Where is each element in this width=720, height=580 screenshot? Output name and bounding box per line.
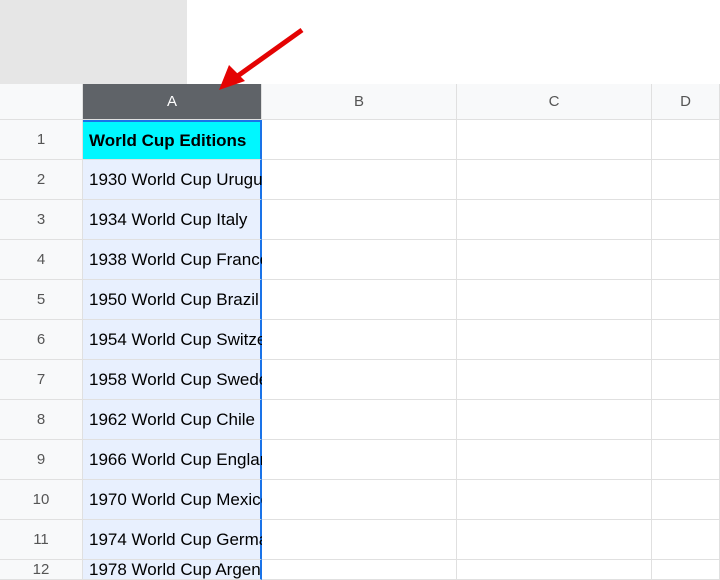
cell-a8-text: 1962 World Cup Chile <box>89 410 255 430</box>
cell-c5[interactable] <box>457 280 652 320</box>
cell-a1[interactable]: World Cup Editions <box>83 120 262 160</box>
select-all-corner[interactable] <box>0 84 83 120</box>
cell-c7[interactable] <box>457 360 652 400</box>
row-header-7[interactable]: 7 <box>0 360 83 400</box>
cell-b5[interactable] <box>262 280 457 320</box>
cell-a12-text: 1978 World Cup Argentina <box>89 560 262 580</box>
cell-a6[interactable]: 1954 World Cup Switzerland <box>83 320 262 360</box>
cell-c1[interactable] <box>457 120 652 160</box>
cell-a5[interactable]: 1950 World Cup Brazil <box>83 280 262 320</box>
cell-a10[interactable]: 1970 World Cup Mexico <box>83 480 262 520</box>
row-header-4[interactable]: 4 <box>0 240 83 280</box>
cell-d7[interactable] <box>652 360 720 400</box>
cell-b4[interactable] <box>262 240 457 280</box>
row-8: 8 1962 World Cup Chile <box>0 400 720 440</box>
row-header-6[interactable]: 6 <box>0 320 83 360</box>
cell-d5[interactable] <box>652 280 720 320</box>
cell-b3[interactable] <box>262 200 457 240</box>
row-header-9[interactable]: 9 <box>0 440 83 480</box>
cell-a8[interactable]: 1962 World Cup Chile <box>83 400 262 440</box>
row-header-12[interactable]: 12 <box>0 560 83 580</box>
cell-a2-text: 1930 World Cup Uruguay <box>89 170 281 190</box>
cell-a9-text: 1966 World Cup England <box>89 450 279 470</box>
row-header-3[interactable]: 3 <box>0 200 83 240</box>
cell-d9[interactable] <box>652 440 720 480</box>
top-left-placeholder <box>0 0 187 84</box>
column-headers-row: A B C D <box>0 84 720 120</box>
cell-a3-text: 1934 World Cup Italy <box>89 210 247 230</box>
cell-a12[interactable]: 1978 World Cup Argentina <box>83 560 262 580</box>
row-1: 1 World Cup Editions <box>0 120 720 160</box>
cell-a4-text: 1938 World Cup France <box>89 250 269 270</box>
cell-d2[interactable] <box>652 160 720 200</box>
cell-a11[interactable]: 1974 World Cup Germany <box>83 520 262 560</box>
cell-c3[interactable] <box>457 200 652 240</box>
cell-c9[interactable] <box>457 440 652 480</box>
cell-b6[interactable] <box>262 320 457 360</box>
row-7: 7 1958 World Cup Sweden <box>0 360 720 400</box>
cell-b2[interactable] <box>262 160 457 200</box>
row-header-11[interactable]: 11 <box>0 520 83 560</box>
row-5: 5 1950 World Cup Brazil <box>0 280 720 320</box>
row-6: 6 1954 World Cup Switzerland <box>0 320 720 360</box>
cell-c10[interactable] <box>457 480 652 520</box>
cell-c12[interactable] <box>457 560 652 580</box>
column-header-c[interactable]: C <box>457 84 652 120</box>
row-header-1[interactable]: 1 <box>0 120 83 160</box>
cell-a5-text: 1950 World Cup Brazil <box>89 290 259 310</box>
cell-b11[interactable] <box>262 520 457 560</box>
cell-d12[interactable] <box>652 560 720 580</box>
cell-a3[interactable]: 1934 World Cup Italy <box>83 200 262 240</box>
row-header-5[interactable]: 5 <box>0 280 83 320</box>
column-header-d[interactable]: D <box>652 84 720 120</box>
cell-a1-text: World Cup Editions <box>89 131 246 151</box>
cell-a7-text: 1958 World Cup Sweden <box>89 370 278 390</box>
cell-b12[interactable] <box>262 560 457 580</box>
row-12: 12 1978 World Cup Argentina <box>0 560 720 580</box>
cell-d11[interactable] <box>652 520 720 560</box>
row-11: 11 1974 World Cup Germany <box>0 520 720 560</box>
cell-c4[interactable] <box>457 240 652 280</box>
cell-d6[interactable] <box>652 320 720 360</box>
cell-b1[interactable] <box>262 120 457 160</box>
cell-a11-text: 1974 World Cup Germany <box>89 530 286 550</box>
row-header-10[interactable]: 10 <box>0 480 83 520</box>
annotation-arrow <box>217 25 317 100</box>
cell-d1[interactable] <box>652 120 720 160</box>
top-toolbar-area <box>0 0 720 84</box>
row-header-8[interactable]: 8 <box>0 400 83 440</box>
cell-b8[interactable] <box>262 400 457 440</box>
cell-c8[interactable] <box>457 400 652 440</box>
cell-a4[interactable]: 1938 World Cup France <box>83 240 262 280</box>
cell-a10-text: 1970 World Cup Mexico <box>89 490 270 510</box>
cell-d4[interactable] <box>652 240 720 280</box>
cell-c11[interactable] <box>457 520 652 560</box>
cell-a7[interactable]: 1958 World Cup Sweden <box>83 360 262 400</box>
row-4: 4 1938 World Cup France <box>0 240 720 280</box>
row-10: 10 1970 World Cup Mexico <box>0 480 720 520</box>
cell-a9[interactable]: 1966 World Cup England <box>83 440 262 480</box>
row-9: 9 1966 World Cup England <box>0 440 720 480</box>
spreadsheet-grid[interactable]: A B C D 1 World Cup Editions 2 1930 Worl… <box>0 84 720 580</box>
cell-b7[interactable] <box>262 360 457 400</box>
cell-c6[interactable] <box>457 320 652 360</box>
cell-c2[interactable] <box>457 160 652 200</box>
cell-d10[interactable] <box>652 480 720 520</box>
cell-d8[interactable] <box>652 400 720 440</box>
row-3: 3 1934 World Cup Italy <box>0 200 720 240</box>
cell-b9[interactable] <box>262 440 457 480</box>
cell-b10[interactable] <box>262 480 457 520</box>
row-header-2[interactable]: 2 <box>0 160 83 200</box>
row-2: 2 1930 World Cup Uruguay <box>0 160 720 200</box>
cell-d3[interactable] <box>652 200 720 240</box>
cell-a2[interactable]: 1930 World Cup Uruguay <box>83 160 262 200</box>
